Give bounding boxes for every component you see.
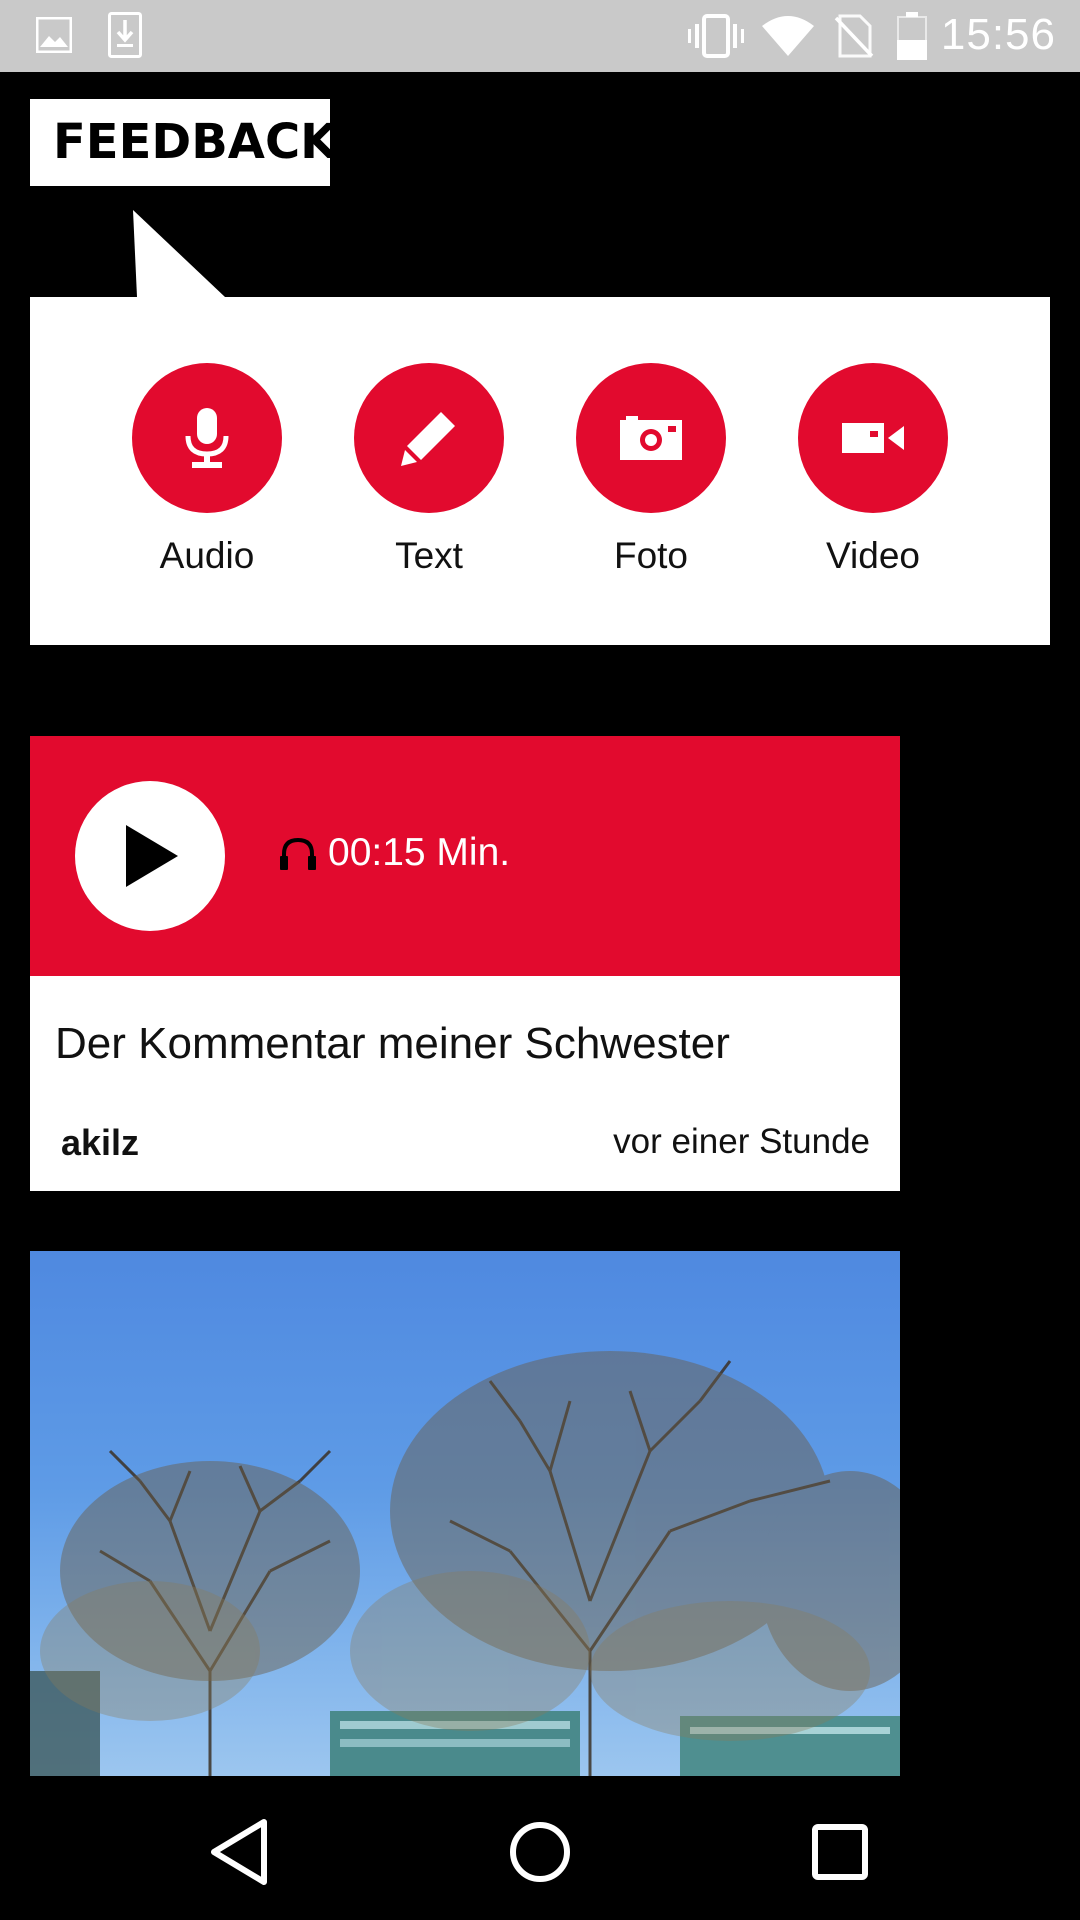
audio-circle[interactable]: [132, 363, 282, 513]
camera-icon: [620, 416, 682, 460]
photo-label: Foto: [613, 535, 689, 576]
post-timestamp: vor einer Stunde: [613, 1122, 870, 1161]
play-button[interactable]: [75, 781, 225, 931]
bubble-tail: [133, 210, 225, 297]
video-label: Video: [826, 535, 920, 576]
photo-circle[interactable]: [576, 363, 726, 513]
navigation-bar: [0, 1776, 1080, 1920]
pencil-icon: [401, 412, 455, 466]
audio-post-card[interactable]: 00:15 Min. Der Kommentar meiner Schweste…: [30, 736, 900, 1191]
home-icon[interactable]: [500, 1812, 580, 1892]
recents-icon[interactable]: [800, 1812, 880, 1892]
video-circle[interactable]: [798, 363, 948, 513]
video-button[interactable]: Video: [798, 363, 948, 577]
audio-player: 00:15 Min.: [30, 736, 900, 976]
audio-duration: 00:15 Min.: [280, 831, 510, 875]
text-button[interactable]: Text: [354, 363, 504, 577]
duration-text: 00:15 Min.: [328, 831, 511, 874]
post-title: Der Kommentar meiner Schwester: [55, 1019, 730, 1068]
post-author[interactable]: akilz: [61, 1122, 139, 1164]
text-label: Text: [395, 535, 463, 576]
audio-button[interactable]: Audio: [132, 363, 282, 577]
feedback-panel: Audio Text Foto Video: [30, 297, 1050, 645]
back-icon[interactable]: [200, 1812, 280, 1892]
headphones-icon: [280, 837, 316, 870]
microphone-icon: [185, 408, 229, 468]
photo-post-card[interactable]: [30, 1251, 900, 1776]
video-camera-icon: [842, 423, 904, 453]
play-icon: [126, 825, 178, 887]
text-circle[interactable]: [354, 363, 504, 513]
photo-button[interactable]: Foto: [576, 363, 726, 577]
post-photo: [30, 1351, 900, 1776]
audio-label: Audio: [159, 535, 255, 576]
